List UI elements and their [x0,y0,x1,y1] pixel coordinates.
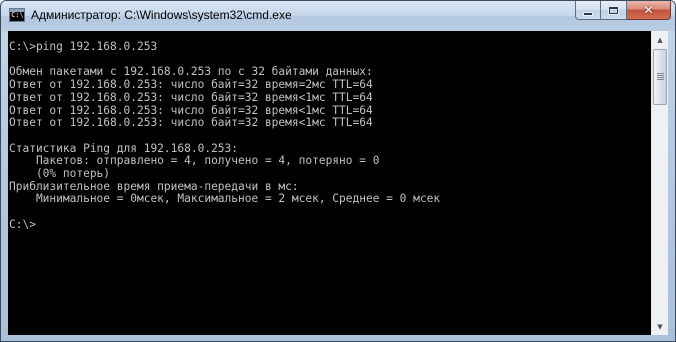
console-line: Обмен пакетами с 192.168.0.253 по с 32 б… [9,65,373,79]
title-bar[interactable]: C:\ Администратор: C:\Windows\system32\c… [1,1,675,31]
console-line: Минимальное = 0мсек, Максимальное = 2 мс… [9,192,441,206]
close-button[interactable]: ✕ [627,1,671,20]
console-line: C:\>ping 192.168.0.253 [9,40,158,53]
minimize-icon [584,12,592,15]
console-line: C:\> [9,217,36,231]
console-line: Ответ от 192.168.0.253: число байт=32 вр… [9,78,373,92]
console-line: Статистика Ping для 192.168.0.253: [9,141,239,155]
caption-buttons: ✕ [575,1,671,21]
console-line: (0% потерь) [9,167,111,181]
console-line: Ответ от 192.168.0.253: число байт=32 вр… [9,103,373,117]
cmd-app-icon[interactable]: C:\ [9,8,25,22]
console-line: Приблизительное время приема-передачи в … [9,179,299,193]
scroll-up-arrow-icon[interactable]: ▲ [652,31,668,48]
console-line: Ответ от 192.168.0.253: число байт=32 вр… [9,116,373,130]
scrollbar-thumb[interactable] [653,49,667,105]
console-line: Ответ от 192.168.0.253: число байт=32 вр… [9,90,373,104]
console-text: C:\>ping 192.168.0.253 Обмен пакетами с … [8,31,651,232]
console-output-area[interactable]: C:\>ping 192.168.0.253 Обмен пакетами с … [8,31,651,335]
console-line: Пакетов: отправлено = 4, получено = 4, п… [9,154,380,168]
cmd-window: C:\ Администратор: C:\Windows\system32\c… [0,0,676,342]
window-title: Администратор: C:\Windows\system32\cmd.e… [31,8,292,22]
cmd-app-icon-text: C:\ [11,11,24,19]
minimize-button[interactable] [575,1,601,20]
scroll-down-arrow-icon[interactable]: ▼ [652,318,668,335]
close-icon: ✕ [643,2,654,17]
vertical-scrollbar[interactable]: ▲ ▼ [651,31,668,335]
scrollbar-grip-icon [657,73,664,80]
cmd-app-icon-bar [10,9,24,12]
maximize-icon [609,6,618,14]
maximize-button[interactable] [601,1,627,20]
